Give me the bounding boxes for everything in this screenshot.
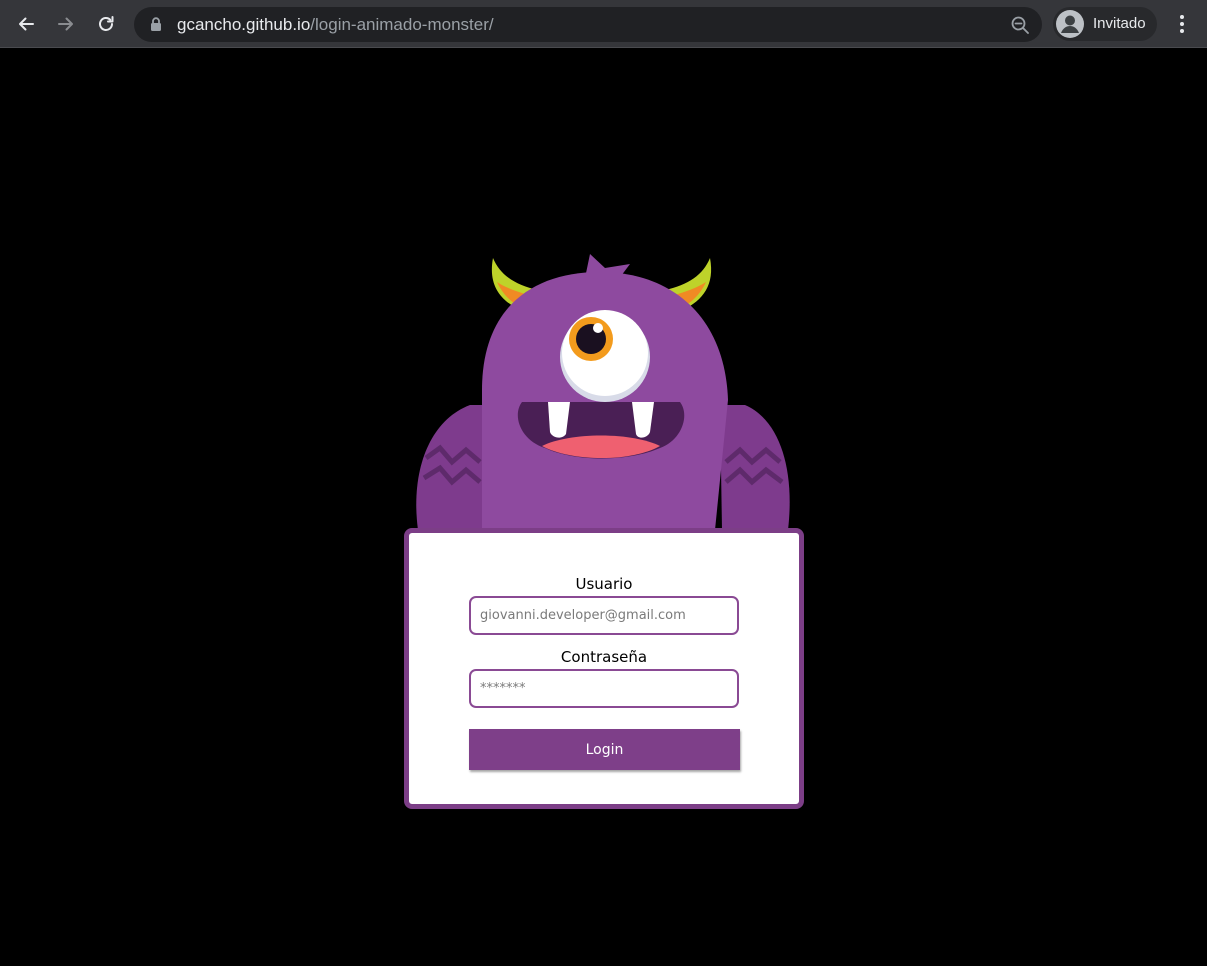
forward-arrow-icon <box>58 17 73 31</box>
url-text[interactable]: gcancho.github.io/login-animado-monster/ <box>177 7 494 42</box>
monster-right-arm <box>720 405 790 530</box>
reload-button[interactable] <box>90 8 122 40</box>
user-input[interactable] <box>469 596 739 635</box>
url-host: gcancho.github.io <box>177 15 311 34</box>
login-button[interactable]: Login <box>469 729 740 770</box>
profile-button[interactable]: Invitado <box>1053 7 1157 41</box>
lock-icon[interactable] <box>150 17 162 32</box>
monster-left-arm <box>416 405 490 530</box>
browser-toolbar: gcancho.github.io/login-animado-monster/… <box>0 0 1207 48</box>
url-path: /login-animado-monster/ <box>310 15 494 34</box>
monster-illustration <box>416 254 790 530</box>
user-label: Usuario <box>575 575 633 593</box>
back-button[interactable] <box>10 8 42 40</box>
browser-menu-button[interactable] <box>1168 8 1196 40</box>
password-input[interactable] <box>469 669 739 708</box>
kebab-menu-icon <box>1180 15 1184 33</box>
avatar-icon <box>1056 10 1084 38</box>
login-card: Usuario Contraseña Login <box>404 528 804 809</box>
profile-label: Invitado <box>1093 15 1146 32</box>
zoom-out-icon[interactable] <box>1010 15 1030 35</box>
forward-button[interactable] <box>50 8 82 40</box>
monster-eye <box>560 310 650 402</box>
address-bar[interactable]: gcancho.github.io/login-animado-monster/ <box>134 7 1042 42</box>
reload-icon <box>99 16 114 31</box>
password-label: Contraseña <box>560 648 648 666</box>
back-arrow-icon <box>19 17 34 31</box>
